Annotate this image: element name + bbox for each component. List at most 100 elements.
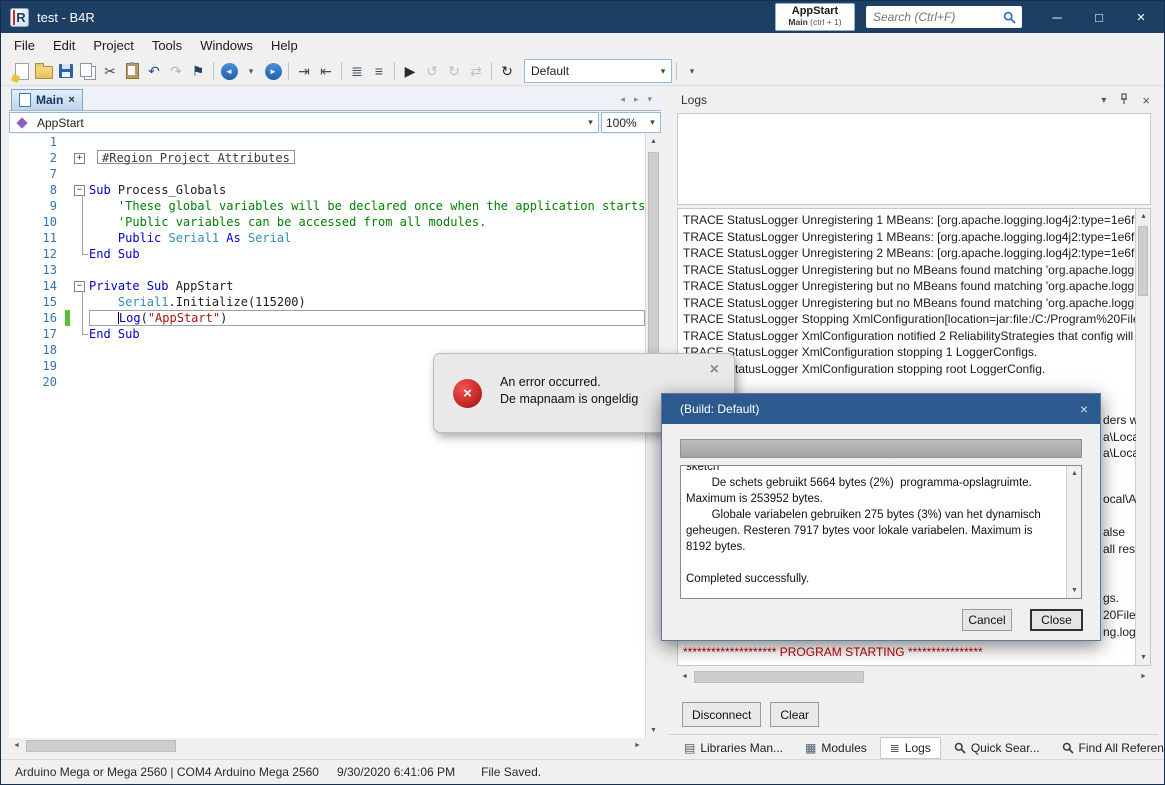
close-button[interactable]: × [1120,1,1162,33]
fold-expand-icon[interactable]: + [74,153,85,164]
compare-icon[interactable]: ⇄ [465,60,487,82]
tab-scroll-left-icon[interactable]: ◂ [620,94,625,105]
scrollbar-thumb[interactable] [648,152,659,362]
tab-label: Quick Sear... [971,741,1040,755]
navigate-back-caret-icon[interactable]: ▾ [240,60,262,82]
titlebar-search[interactable] [866,6,1022,28]
bottom-tab-modules[interactable]: ▦Modules [796,738,876,758]
scroll-right-icon[interactable]: ► [1136,669,1151,684]
navigate-forward-icon[interactable]: ► [262,60,284,82]
pin-icon[interactable] [1118,93,1130,108]
cancel-button[interactable]: Cancel [962,609,1012,631]
cut-icon[interactable]: ✂ [99,60,121,82]
code-line[interactable]: 2+#Region Project Attributes [9,150,645,166]
code-line[interactable]: 14−Private Sub AppStart [9,278,645,294]
scrollbar-thumb[interactable] [26,740,176,752]
maximize-button[interactable]: □ [1078,1,1120,33]
search-icon[interactable] [1003,11,1016,24]
bottom-tab-find-all-referenc[interactable]: Find All Referenc... [1053,738,1165,758]
bookmark-icon[interactable]: ⚑ [187,60,209,82]
tab-list-icon[interactable]: ▾ [647,94,652,105]
zoom-combo[interactable]: 100% ▾ [601,112,661,133]
code-line[interactable]: 13 [9,262,645,278]
line-number: 20 [9,374,65,390]
chevron-down-icon[interactable]: ▾ [645,117,660,128]
menu-file[interactable]: File [5,35,44,56]
build-dialog: (Build: Default) × sketch De schets gebr… [661,393,1101,641]
fold-collapse-icon[interactable]: − [74,185,85,196]
scrollbar-thumb[interactable] [1138,226,1148,296]
menu-windows[interactable]: Windows [191,35,262,56]
navigate-back-icon[interactable]: ◄ [218,60,240,82]
menu-project[interactable]: Project [84,35,142,56]
dialog-close-icon[interactable]: × [1080,401,1088,417]
code-line[interactable]: 10 'Public variables can be accessed fro… [9,214,645,230]
bottom-tab-quick-sear[interactable]: Quick Sear... [945,738,1049,758]
menu-edit[interactable]: Edit [44,35,84,56]
code-line[interactable]: 9 'These global variables will be declar… [9,198,645,214]
code-line[interactable]: 7 [9,166,645,182]
scroll-down-icon[interactable]: ▼ [646,723,661,738]
redo-icon[interactable]: ↷ [165,60,187,82]
bottom-tab-libraries-man[interactable]: ▤Libraries Man... [675,738,792,758]
scroll-up-icon[interactable]: ▲ [1067,466,1082,481]
tab-close-icon[interactable]: × [68,94,74,106]
build-output-box[interactable]: sketch De schets gebruikt 5664 bytes (2%… [680,465,1082,599]
scroll-down-icon[interactable]: ▼ [1136,650,1151,665]
scrollbar-thumb[interactable] [694,671,864,683]
scroll-up-icon[interactable]: ▲ [646,134,661,149]
run-icon[interactable]: ▶ [399,60,421,82]
comment-icon: ≣ [351,64,363,78]
open-file-icon[interactable] [33,60,55,82]
build-configuration-combo[interactable]: Default▾ [524,59,672,83]
code-line[interactable]: 16 Log("AppStart") [9,310,645,326]
scroll-up-icon[interactable]: ▲ [1136,209,1151,224]
new-file-icon[interactable] [11,60,33,82]
program-starting-line: ******************** PROGRAM STARTING **… [683,645,983,659]
toolbar-options-icon[interactable]: ▾ [681,60,703,82]
code-line[interactable]: 11 Public Serial1 As Serial [9,230,645,246]
scroll-down-icon[interactable]: ▼ [1067,583,1082,598]
paste-icon[interactable] [121,60,143,82]
undo-icon[interactable]: ↶ [143,60,165,82]
search-input[interactable] [866,9,1003,25]
popup-close-icon[interactable]: × [710,361,719,379]
step-icon[interactable]: ↻ [443,60,465,82]
fold-collapse-icon[interactable]: − [74,281,85,292]
close-panel-icon[interactable]: × [1142,93,1150,108]
scroll-left-icon[interactable]: ◄ [677,669,692,684]
save-icon[interactable] [55,60,77,82]
editor-horizontal-scrollbar: ◄ ► [9,738,645,754]
code-line[interactable]: 8−Sub Process_Globals [9,182,645,198]
menu-help[interactable]: Help [262,35,307,56]
copy-icon[interactable] [77,60,99,82]
clean-project-icon[interactable]: ↻ [496,60,518,82]
minimize-button[interactable]: ─ [1036,1,1078,33]
code-line[interactable]: 17End Sub [9,326,645,342]
code-line[interactable]: 15 Serial1.Initialize(115200) [9,294,645,310]
comment-icon[interactable]: ≣ [346,60,368,82]
code-line[interactable]: 12End Sub [9,246,645,262]
tab-main[interactable]: Main × [11,89,83,110]
code-line[interactable]: 1 [9,134,645,150]
window-position-icon[interactable]: ▾ [1101,95,1106,106]
clear-button[interactable]: Clear [770,702,819,727]
outdent-icon[interactable]: ⇤ [315,60,337,82]
indent-icon[interactable]: ⇥ [293,60,315,82]
chevron-down-icon[interactable]: ▾ [583,117,598,128]
module-selector-combo[interactable]: AppStart ▾ [9,112,599,133]
disconnect-button[interactable]: Disconnect [682,702,761,727]
dialog-close-button[interactable]: Close [1030,609,1083,631]
tab-scroll-right-icon[interactable]: ▸ [634,94,639,105]
scroll-right-icon[interactable]: ► [630,738,645,753]
resume-icon[interactable]: ↺ [421,60,443,82]
toolbar: ✂↶↷⚑◄▾►⇥⇤≣≡▶↺↻⇄↻Default▾▾ [1,57,1164,86]
uncomment-icon[interactable]: ≡ [368,60,390,82]
menu-tools[interactable]: Tools [143,35,191,56]
code-editor[interactable]: 12+#Region Project Attributes78−Sub Proc… [9,134,645,738]
appstart-jump-button[interactable]: AppStart Main (ctrl + 1) [775,3,855,31]
collapsed-region[interactable]: #Region Project Attributes [97,150,295,164]
bottom-tab-logs[interactable]: ≣Logs [880,737,941,759]
scroll-left-icon[interactable]: ◄ [9,738,24,753]
logs-vertical-scrollbar: ▲ ▼ [1135,209,1150,665]
